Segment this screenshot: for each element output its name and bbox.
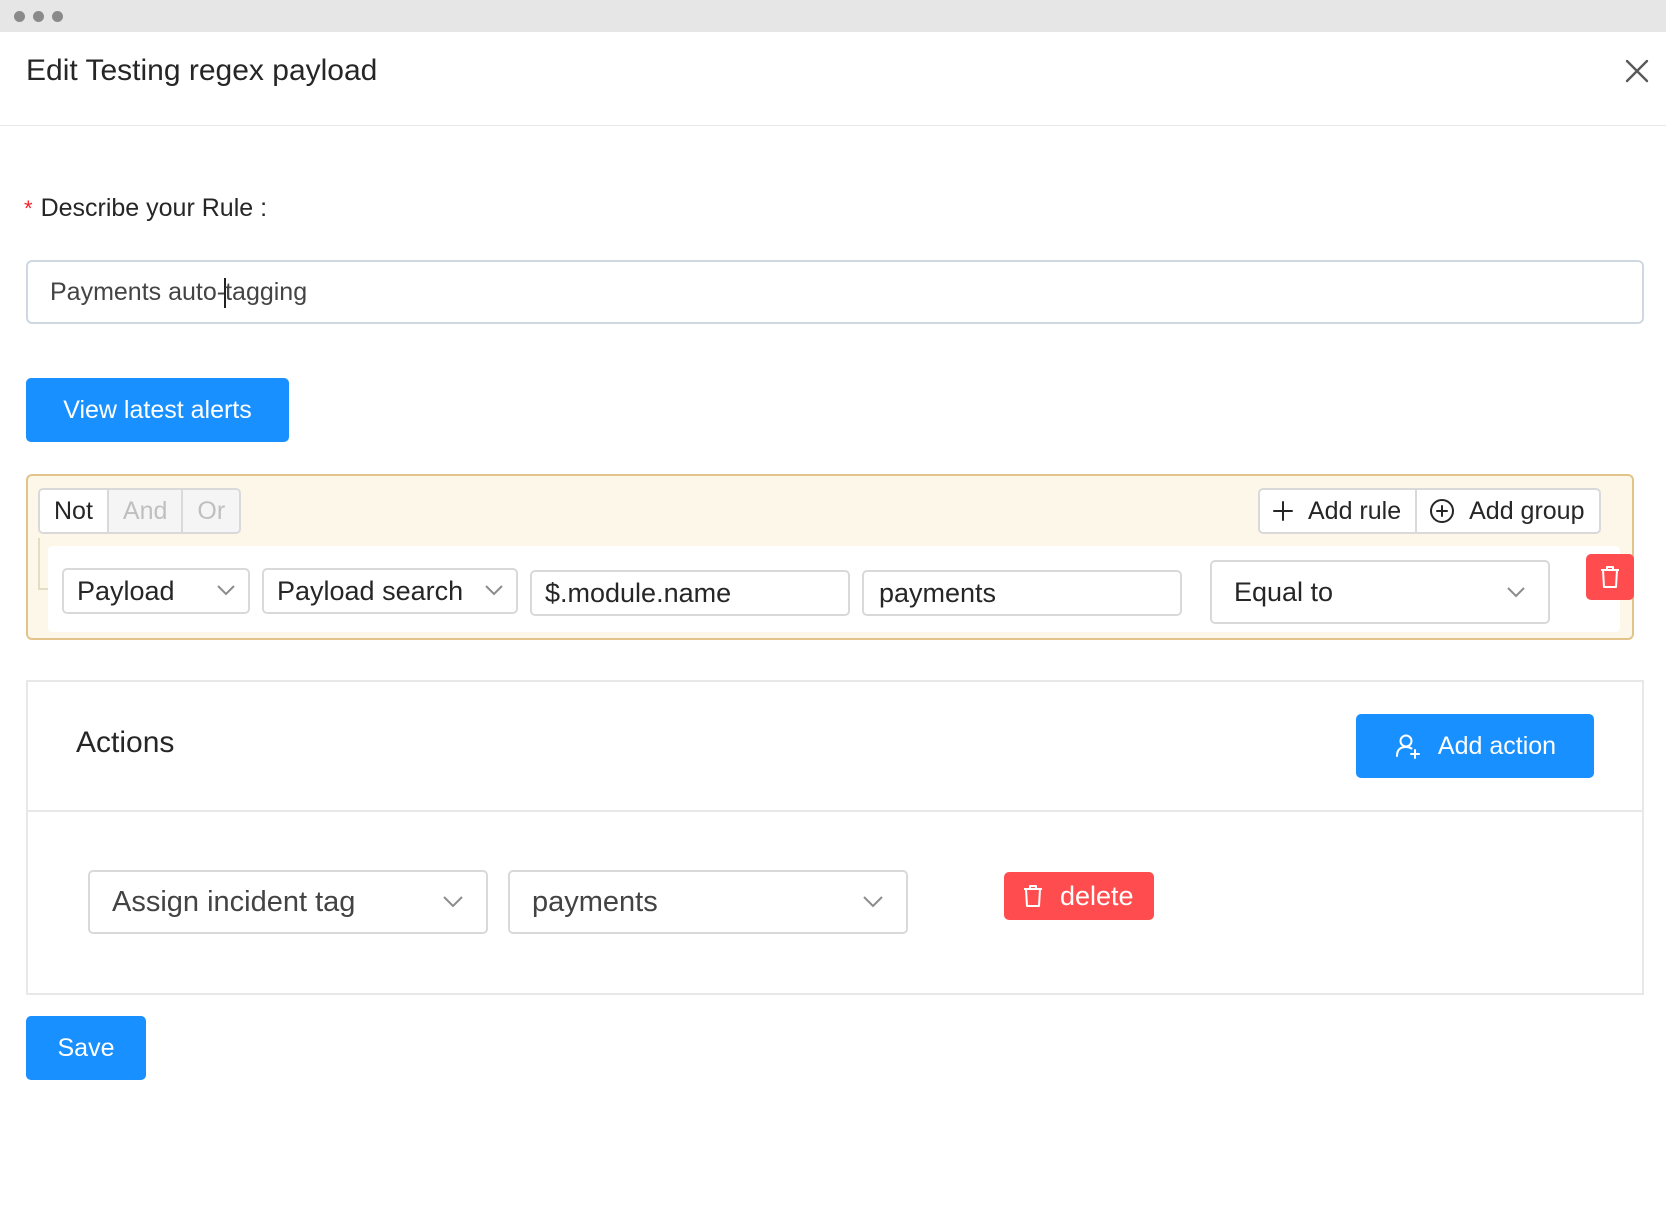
add-action-label: Add action	[1437, 731, 1557, 760]
query-builder-group: Not And Or Add rule Add group Payload Pa…	[26, 474, 1634, 640]
combinator-or[interactable]: Or	[183, 490, 240, 532]
action-value-select[interactable]: payments	[508, 870, 908, 934]
field-select[interactable]: Payload	[62, 568, 250, 614]
plus-circle-icon	[1430, 499, 1455, 523]
save-button[interactable]: Save	[26, 1016, 146, 1080]
add-action-button[interactable]: Add action	[1356, 714, 1594, 778]
combinator-selector: Not And Or	[38, 488, 242, 534]
modal-header: Edit Testing regex payload	[0, 32, 1666, 126]
delete-action-label: delete	[1060, 880, 1134, 911]
field-select-value: Payload	[77, 576, 175, 606]
group-actions: Add rule Add group	[1258, 488, 1601, 534]
rule-description-label: * Describe your Rule :	[24, 194, 267, 223]
required-mark: *	[24, 196, 33, 221]
operator-type-select[interactable]: Payload search	[262, 568, 518, 614]
chevron-down-icon	[443, 896, 463, 908]
chevron-down-icon	[485, 585, 503, 596]
actions-card-header: Actions Add action	[28, 682, 1642, 812]
operator-type-value: Payload search	[277, 576, 464, 606]
window-control-dot[interactable]	[14, 11, 25, 22]
action-type-select[interactable]: Assign incident tag	[88, 870, 488, 934]
delete-rule-button[interactable]	[1586, 554, 1634, 600]
action-value: payments	[532, 886, 658, 918]
user-add-icon	[1395, 734, 1420, 759]
chevron-down-icon	[1507, 587, 1525, 598]
rule-description-input[interactable]: Payments auto-tagging	[26, 260, 1644, 324]
comparison-select-value: Equal to	[1234, 577, 1334, 607]
trash-icon	[1024, 885, 1042, 907]
payload-value-input[interactable]: payments	[862, 570, 1182, 616]
chevron-down-icon	[217, 585, 235, 596]
query-rule-row: Payload Payload search $.module.name pay…	[38, 538, 1634, 632]
rule-branch-line	[38, 538, 48, 590]
rule-input-text-before: Payments auto-	[50, 278, 226, 306]
add-group-button[interactable]: Add group	[1415, 490, 1598, 532]
actions-card: Actions Add action	[26, 680, 1644, 995]
close-icon[interactable]	[1622, 56, 1652, 86]
window-control-dot[interactable]	[52, 11, 63, 22]
actions-title: Actions	[76, 726, 175, 759]
trash-icon	[1601, 566, 1619, 588]
rule-input-text-after: tagging	[225, 278, 308, 306]
add-rule-button[interactable]: Add rule	[1260, 490, 1415, 532]
rule-label-text: Describe your Rule :	[40, 194, 268, 222]
combinator-not[interactable]: Not	[40, 490, 109, 532]
action-type-value: Assign incident tag	[112, 886, 356, 918]
window-control-dot[interactable]	[33, 11, 44, 22]
payload-path-input[interactable]: $.module.name	[530, 570, 850, 616]
add-rule-label: Add rule	[1308, 497, 1402, 525]
add-group-label: Add group	[1469, 497, 1585, 525]
chevron-down-icon	[863, 896, 883, 908]
combinator-and[interactable]: And	[108, 490, 184, 532]
modal-title: Edit Testing regex payload	[26, 54, 378, 87]
view-latest-alerts-button[interactable]: View latest alerts	[26, 378, 289, 442]
plus-icon	[1273, 501, 1293, 521]
delete-action-button[interactable]: delete	[1004, 872, 1154, 920]
window-titlebar	[0, 0, 1666, 32]
comparison-select[interactable]: Equal to	[1210, 560, 1550, 624]
